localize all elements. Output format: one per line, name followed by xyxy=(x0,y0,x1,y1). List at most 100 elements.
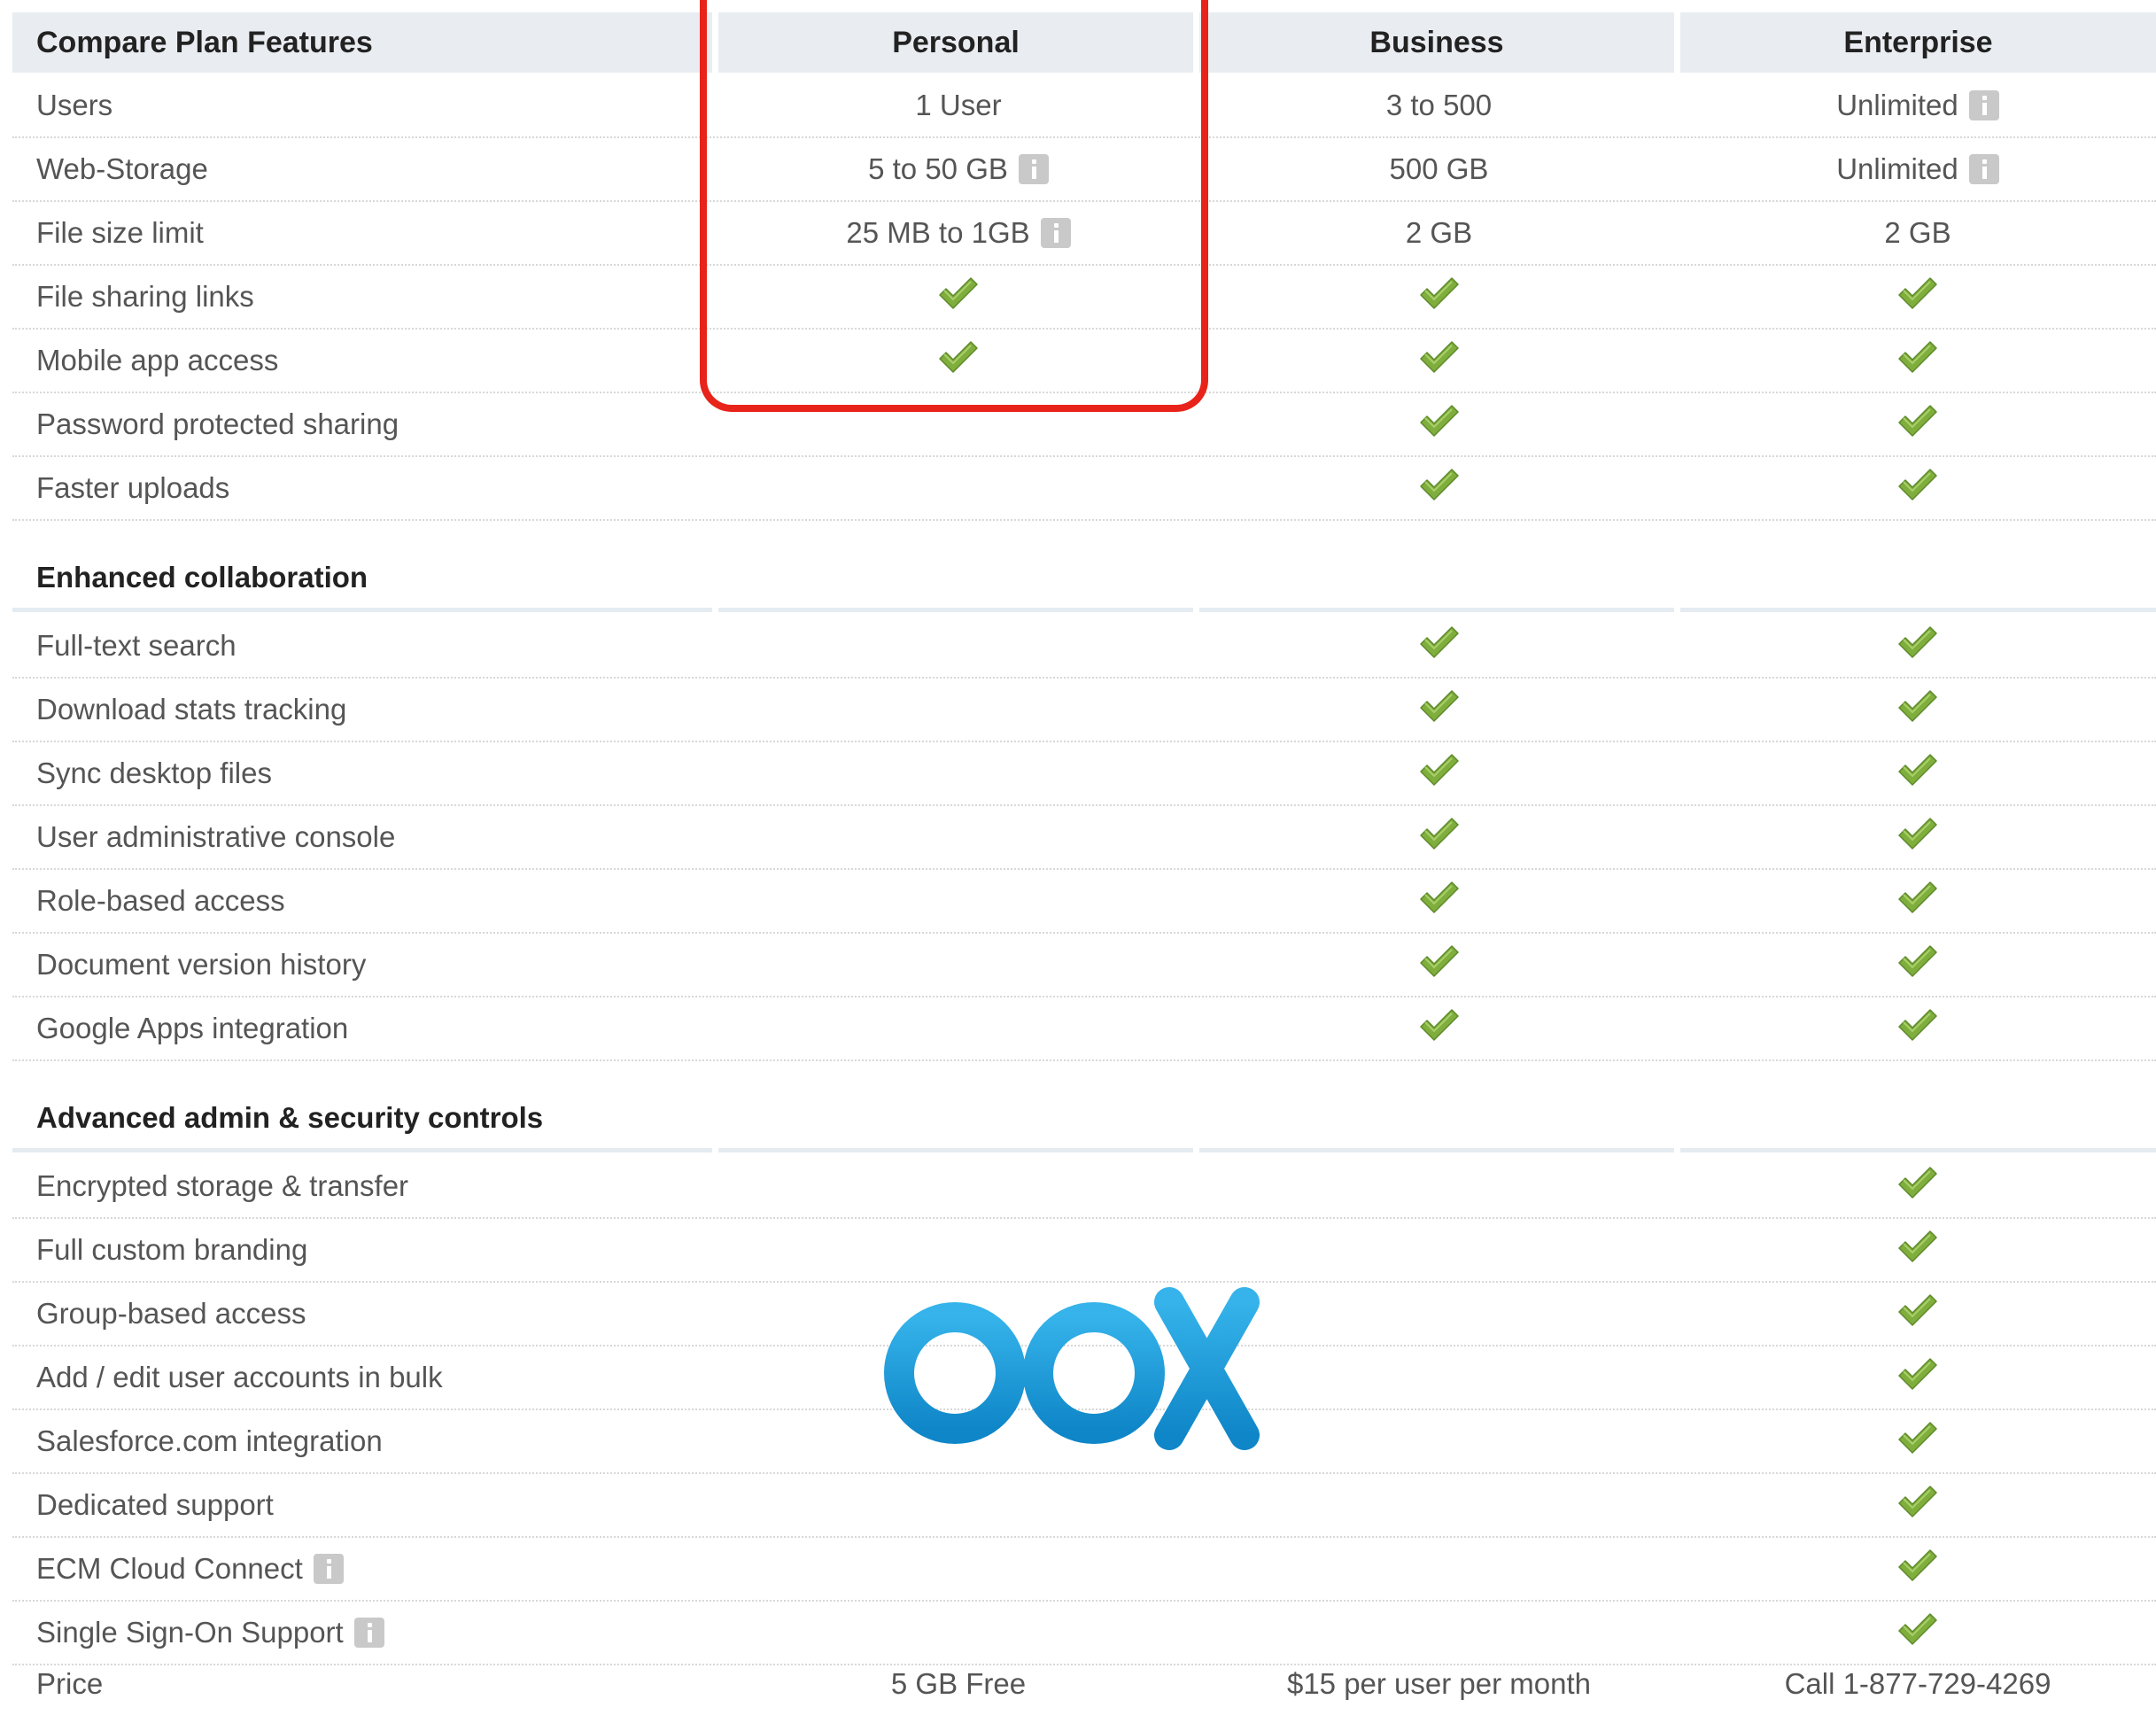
feature-label-text: Role-based access xyxy=(36,884,285,917)
row-web-storage-col-enterprise: Unlimited xyxy=(1679,138,2156,200)
row-full-text-search: Full-text search xyxy=(12,615,2156,679)
section-title: Advanced admin & security controls xyxy=(36,1101,544,1134)
row-file-sharing-links-col-business xyxy=(1198,266,1679,328)
row-sync-desktop-files-col-enterprise xyxy=(1679,742,2156,804)
feature-label-text: Web-Storage xyxy=(36,152,208,185)
header-business: Business xyxy=(1199,12,1674,73)
feature-label-text: Dedicated support xyxy=(36,1488,274,1521)
info-icon[interactable] xyxy=(353,1618,384,1648)
checkmark-icon xyxy=(1896,1548,1939,1590)
checkmark-icon xyxy=(1418,943,1461,986)
section-divider xyxy=(12,608,712,612)
feature-label: Download stats tracking xyxy=(36,679,346,741)
feature-label: Mobile app access xyxy=(36,330,278,392)
feature-label-text: Add / edit user accounts in bulk xyxy=(36,1361,443,1393)
header-title: Compare Plan Features xyxy=(36,25,373,59)
row-download-stats-tracking: Download stats tracking xyxy=(12,679,2156,742)
feature-label: Users xyxy=(36,74,112,136)
row-salesforce-com-integration-col-business xyxy=(1198,1410,1679,1472)
row-group-based-access-col-enterprise xyxy=(1679,1283,2156,1345)
checkmark-icon xyxy=(1418,752,1461,795)
header-enterprise: Enterprise xyxy=(1680,12,2156,73)
row-dedicated-support-col-enterprise xyxy=(1679,1474,2156,1536)
section-divider xyxy=(1680,608,2156,612)
row-document-version-history-col-business xyxy=(1198,934,1679,996)
row-encrypted-storage-transfer: Encrypted storage & transfer xyxy=(12,1155,2156,1219)
feature-label: Full custom branding xyxy=(36,1219,307,1281)
feature-label: Document version history xyxy=(36,934,366,996)
feature-label: Web-Storage xyxy=(36,138,208,200)
info-icon[interactable] xyxy=(1968,90,1999,120)
plan-name-business: Business xyxy=(1369,25,1504,59)
feature-label-text: User administrative console xyxy=(36,820,396,853)
checkmark-icon xyxy=(1896,943,1939,986)
row-document-version-history-col-enterprise xyxy=(1679,934,2156,996)
cell-value: 3 to 500 xyxy=(1385,89,1493,121)
section-advanced-admin-security-controls: Advanced admin & security controls xyxy=(12,1088,2156,1155)
price-business: $15 per user per month xyxy=(1286,1667,1592,1700)
price-label: Price xyxy=(36,1667,104,1700)
plan-name-enterprise: Enterprise xyxy=(1843,25,1993,59)
feature-label: File size limit xyxy=(36,202,204,264)
feature-label-text: Password protected sharing xyxy=(36,407,399,440)
section-title: Enhanced collaboration xyxy=(36,561,368,594)
checkmark-icon xyxy=(1896,1229,1939,1271)
feature-label: Salesforce.com integration xyxy=(36,1410,383,1472)
personal-highlight-outline xyxy=(700,0,1208,412)
checkmark-icon xyxy=(1896,403,1939,446)
row-file-sharing-links-col-enterprise xyxy=(1679,266,2156,328)
row-download-stats-tracking-col-enterprise xyxy=(1679,679,2156,741)
feature-label: Google Apps integration xyxy=(36,997,348,1059)
feature-label-text: Encrypted storage & transfer xyxy=(36,1169,409,1202)
checkmark-icon xyxy=(1418,1007,1461,1050)
checkmark-icon xyxy=(1896,1484,1939,1526)
row-user-administrative-console-col-enterprise xyxy=(1679,806,2156,868)
feature-label-text: Google Apps integration xyxy=(36,1012,349,1044)
row-dedicated-support: Dedicated support xyxy=(12,1474,2156,1538)
feature-label: Sync desktop files xyxy=(36,742,272,804)
checkmark-icon xyxy=(1896,816,1939,858)
feature-label: User administrative console xyxy=(36,806,395,868)
row-full-text-search-col-personal xyxy=(718,615,1198,677)
checkmark-icon xyxy=(1896,688,1939,731)
row-role-based-access: Role-based access xyxy=(12,870,2156,934)
section-divider xyxy=(718,1148,1193,1152)
info-icon[interactable] xyxy=(1968,154,1999,184)
row-faster-uploads-col-personal xyxy=(718,457,1198,519)
row-group-based-access-col-business xyxy=(1198,1283,1679,1345)
row-google-apps-integration: Google Apps integration xyxy=(12,997,2156,1061)
row-download-stats-tracking-col-personal xyxy=(718,679,1198,741)
info-icon[interactable] xyxy=(313,1554,344,1584)
row-full-text-search-col-business xyxy=(1198,615,1679,677)
feature-label-text: Single Sign-On Support xyxy=(36,1616,344,1649)
feature-label-text: Document version history xyxy=(36,948,367,981)
row-ecm-cloud-connect-col-enterprise xyxy=(1679,1538,2156,1600)
checkmark-icon xyxy=(1896,275,1939,318)
row-users-col-business: 3 to 500 xyxy=(1198,74,1679,136)
feature-label: Faster uploads xyxy=(36,457,229,519)
row-encrypted-storage-transfer-col-personal xyxy=(718,1155,1198,1217)
row-sync-desktop-files: Sync desktop files xyxy=(12,742,2156,806)
feature-label-text: Mobile app access xyxy=(36,344,279,376)
checkmark-icon xyxy=(1418,816,1461,858)
cell-value: 2 GB xyxy=(1884,216,1951,249)
row-add-edit-user-accounts-in-bulk-col-business xyxy=(1198,1346,1679,1408)
header-compare-features: Compare Plan Features xyxy=(12,12,712,73)
checkmark-icon xyxy=(1896,467,1939,509)
cell-value: 2 GB xyxy=(1405,216,1473,249)
checkmark-icon xyxy=(1418,688,1461,731)
feature-label-text: Sync desktop files xyxy=(36,757,272,789)
row-download-stats-tracking-col-business xyxy=(1198,679,1679,741)
row-google-apps-integration-col-business xyxy=(1198,997,1679,1059)
row-role-based-access-col-business xyxy=(1198,870,1679,932)
row-google-apps-integration-col-enterprise xyxy=(1679,997,2156,1059)
feature-label: Dedicated support xyxy=(36,1474,274,1536)
checkmark-icon xyxy=(1418,625,1461,667)
checkmark-icon xyxy=(1896,339,1939,382)
row-faster-uploads-col-enterprise xyxy=(1679,457,2156,519)
row-role-based-access-col-personal xyxy=(718,870,1198,932)
feature-label-text: File size limit xyxy=(36,216,204,249)
feature-label-text: ECM Cloud Connect xyxy=(36,1552,303,1585)
row-sync-desktop-files-col-business xyxy=(1198,742,1679,804)
row-salesforce-com-integration-col-enterprise xyxy=(1679,1410,2156,1472)
